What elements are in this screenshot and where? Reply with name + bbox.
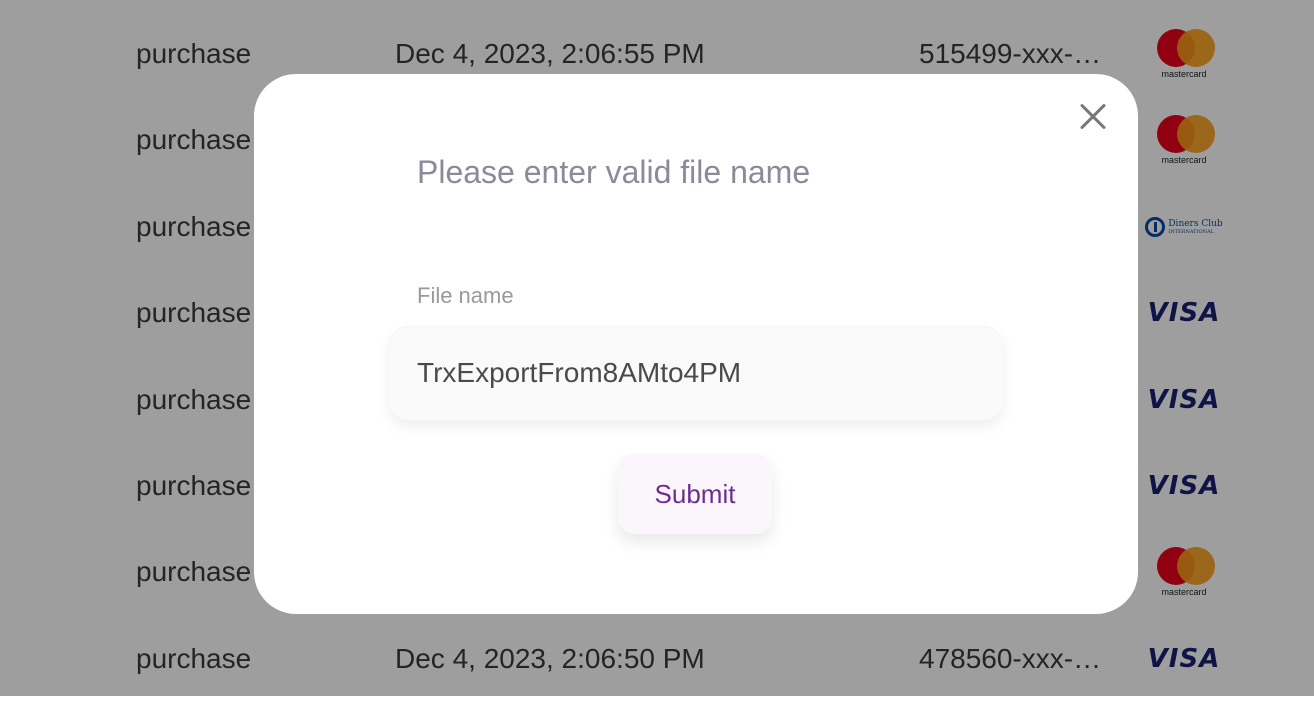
submit-button[interactable]: Submit <box>618 454 772 534</box>
dialog-title: Please enter valid file name <box>417 154 811 190</box>
close-icon[interactable] <box>1072 96 1114 138</box>
file-name-label: File name <box>417 283 514 308</box>
export-file-name-dialog: Please enter valid file name File name T… <box>254 74 1138 614</box>
file-name-input[interactable]: TrxExportFrom8AMto4PM <box>389 326 1003 420</box>
